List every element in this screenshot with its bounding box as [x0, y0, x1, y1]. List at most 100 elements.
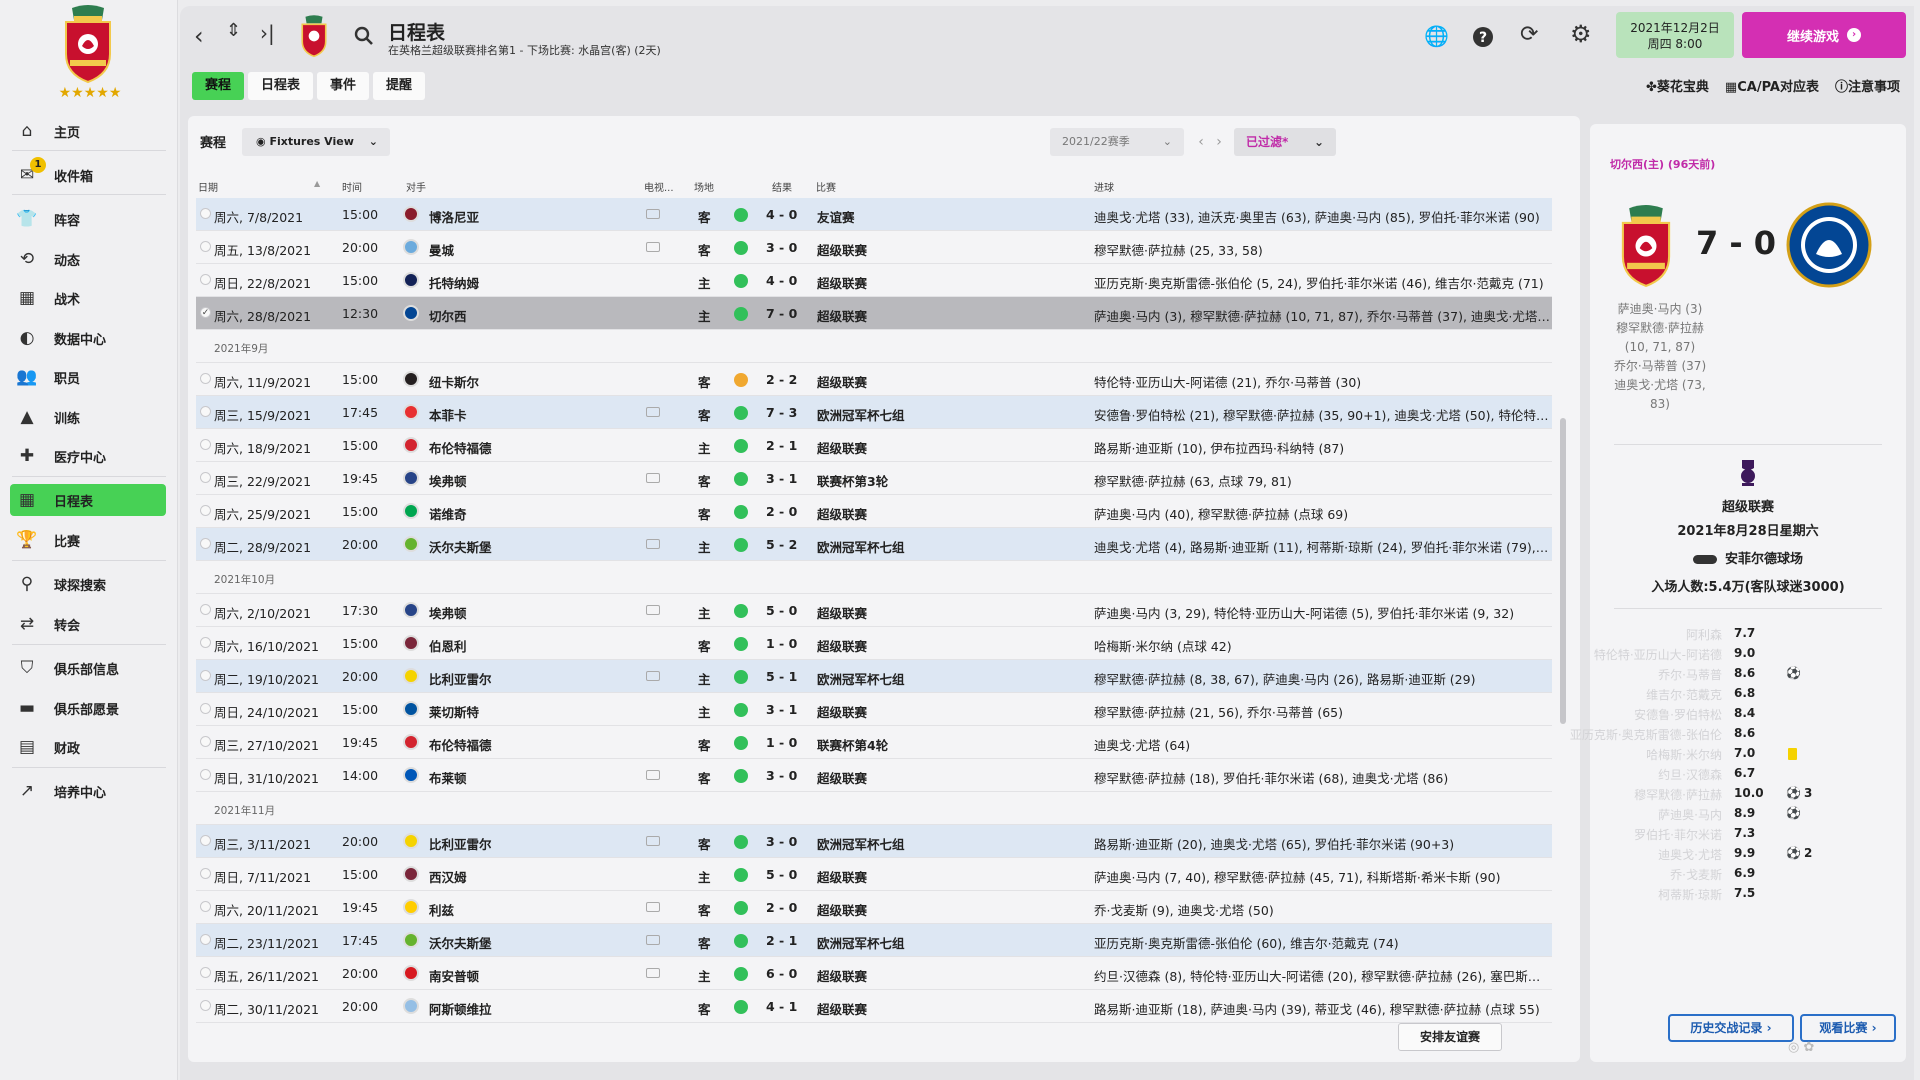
table-row[interactable]: 周六, 20/11/2021 19:45 利兹 客 2 - 0 超级联赛 乔·戈麦斯 (9)…: [196, 891, 1552, 924]
fixture-competition[interactable]: 超级联赛: [817, 438, 867, 457]
row-select-checkbox[interactable]: [200, 670, 211, 681]
sidebar-item-development[interactable]: ↗ 培养中心: [10, 775, 166, 807]
table-row[interactable]: 周二, 19/10/2021 20:00 比利亚雷尔 主 5 - 1 欧洲冠军杯七组 穆罕默…: [196, 660, 1552, 693]
fixture-competition[interactable]: 超级联赛: [817, 603, 867, 622]
notes-link[interactable]: ⓘ注意事项: [1835, 76, 1900, 95]
row-select-checkbox[interactable]: [200, 703, 211, 714]
table-row[interactable]: 周日, 7/11/2021 15:00 西汉姆 主 5 - 0 超级联赛 萨迪奥·马内 (7…: [196, 858, 1552, 891]
fixture-opponent[interactable]: 布伦特福德: [429, 438, 492, 457]
fixture-opponent[interactable]: 比利亚雷尔: [429, 834, 492, 853]
row-select-checkbox[interactable]: [200, 967, 211, 978]
table-row[interactable]: 周六, 2/10/2021 17:30 埃弗顿 主 5 - 0 超级联赛 萨迪奥·马内 (3…: [196, 594, 1552, 627]
sidebar-item-club-info[interactable]: ⛉ 俱乐部信息: [10, 652, 166, 684]
table-row[interactable]: ✓ 周六, 28/8/2021 12:30 切尔西 主 7 - 0 超级联赛 萨迪奥·马内 (…: [196, 297, 1552, 330]
fixture-score[interactable]: 2 - 2: [766, 372, 797, 387]
sidebar-item-training[interactable]: ▲ 训练: [10, 401, 166, 433]
column-header-date[interactable]: 日期: [198, 179, 218, 194]
table-row[interactable]: 周五, 26/11/2021 20:00 南安普顿 主 6 - 0 超级联赛 约旦·汉德森 …: [196, 957, 1552, 990]
fixture-competition[interactable]: 超级联赛: [817, 306, 867, 325]
fixture-opponent[interactable]: 南安普顿: [429, 966, 479, 985]
back-arrow-icon[interactable]: ‹: [194, 24, 204, 48]
table-row[interactable]: 周三, 22/9/2021 19:45 埃弗顿 客 3 - 1 联赛杯第3轮 穆罕默德·萨拉…: [196, 462, 1552, 495]
table-row[interactable]: 周五, 13/8/2021 20:00 曼城 客 3 - 0 超级联赛 穆罕默德·萨拉赫 (…: [196, 231, 1552, 264]
fixture-score[interactable]: 3 - 0: [766, 834, 797, 849]
fixture-score[interactable]: 5 - 0: [766, 867, 797, 882]
liverpool-crest-icon[interactable]: [58, 4, 118, 84]
row-select-checkbox[interactable]: [200, 637, 211, 648]
fixture-opponent[interactable]: 阿斯顿维拉: [429, 999, 492, 1018]
fixture-competition[interactable]: 欧洲冠军杯七组: [817, 405, 905, 424]
fixture-score[interactable]: 2 - 0: [766, 900, 797, 915]
row-select-checkbox[interactable]: [200, 736, 211, 747]
row-select-checkbox[interactable]: [200, 241, 211, 252]
sidebar-item-transfers[interactable]: ⇄ 转会: [10, 608, 166, 640]
table-row[interactable]: 周三, 3/11/2021 20:00 比利亚雷尔 客 3 - 0 欧洲冠军杯七组 路易斯·…: [196, 825, 1552, 858]
fixture-opponent[interactable]: 比利亚雷尔: [429, 669, 492, 688]
player-rating-row[interactable]: 迪奥戈·尤塔 9.9 ⚽ 2: [1590, 844, 1906, 864]
liverpool-crest-icon[interactable]: [1614, 204, 1678, 288]
fixture-opponent[interactable]: 埃弗顿: [429, 471, 467, 490]
fixture-competition[interactable]: 超级联赛: [817, 240, 867, 259]
table-row[interactable]: 周二, 23/11/2021 17:45 沃尔夫斯堡 客 2 - 1 欧洲冠军杯七组 亚历克…: [196, 924, 1552, 957]
column-header-scorers[interactable]: 进球: [1094, 179, 1114, 194]
fixture-score[interactable]: 3 - 1: [766, 702, 797, 717]
player-rating-row[interactable]: 乔·戈麦斯 6.9: [1590, 864, 1906, 884]
row-select-checkbox[interactable]: [200, 538, 211, 549]
search-icon[interactable]: [354, 26, 374, 46]
table-row[interactable]: 周六, 7/8/2021 15:00 博洛尼亚 客 4 - 0 友谊赛 迪奥戈·尤塔 (33…: [196, 198, 1552, 231]
player-rating-row[interactable]: 萨迪奥·马内 8.9 ⚽: [1590, 804, 1906, 824]
fixture-competition[interactable]: 联赛杯第3轮: [817, 471, 888, 490]
row-select-checkbox[interactable]: [200, 439, 211, 450]
fixture-competition[interactable]: 超级联赛: [817, 504, 867, 523]
player-rating-row[interactable]: 穆罕默德·萨拉赫 10.0 ⚽ 3: [1590, 784, 1906, 804]
player-rating-row[interactable]: 罗伯托·菲尔米诺 7.3: [1590, 824, 1906, 844]
sidebar-item-medical[interactable]: ✚ 医疗中心: [10, 440, 166, 472]
fixture-opponent[interactable]: 诺维奇: [429, 504, 467, 523]
next-page-chevron-icon[interactable]: ›: [1206, 128, 1232, 156]
sidebar-item-staff[interactable]: 👥 职员: [10, 361, 166, 393]
row-select-checkbox[interactable]: [200, 835, 211, 846]
fixture-competition[interactable]: 超级联赛: [817, 702, 867, 721]
row-select-checkbox[interactable]: [200, 901, 211, 912]
fixture-opponent[interactable]: 切尔西: [429, 306, 467, 325]
row-select-checkbox[interactable]: [200, 373, 211, 384]
sidebar-item-dynamics[interactable]: ⟲ 动态: [10, 243, 166, 275]
column-header-time[interactable]: 时间: [342, 179, 362, 194]
row-select-checkbox[interactable]: ✓: [200, 307, 211, 318]
fixture-score[interactable]: 7 - 0: [766, 306, 797, 321]
fixture-opponent[interactable]: 博洛尼亚: [429, 207, 479, 226]
season-selector[interactable]: 2021/22赛季 ⌄: [1050, 128, 1184, 156]
table-row[interactable]: 周六, 11/9/2021 15:00 纽卡斯尔 客 2 - 2 超级联赛 特伦特·亚历山大…: [196, 363, 1552, 396]
fixture-opponent[interactable]: 布莱顿: [429, 768, 467, 787]
filter-button[interactable]: 已过滤* ⌄: [1234, 128, 1336, 156]
row-select-checkbox[interactable]: [200, 472, 211, 483]
fixture-competition[interactable]: 欧洲冠军杯七组: [817, 933, 905, 952]
ca-pa-table-link[interactable]: ▦CA/PA对应表: [1725, 76, 1819, 95]
fixture-opponent[interactable]: 沃尔夫斯堡: [429, 933, 492, 952]
chelsea-crest-icon[interactable]: [1786, 202, 1872, 288]
tab-reminders[interactable]: 提醒: [373, 72, 426, 100]
fixture-score[interactable]: 4 - 1: [766, 999, 797, 1014]
table-row[interactable]: 周六, 18/9/2021 15:00 布伦特福德 主 2 - 1 超级联赛 路易斯·迪亚斯…: [196, 429, 1552, 462]
fixture-opponent[interactable]: 莱切斯特: [429, 702, 479, 721]
fixture-opponent[interactable]: 托特纳姆: [429, 273, 479, 292]
sidebar-item-club-vision[interactable]: ▬ 俱乐部愿景: [10, 692, 166, 724]
table-row[interactable]: 周日, 24/10/2021 15:00 莱切斯特 主 3 - 1 超级联赛 穆罕默德·萨拉…: [196, 693, 1552, 726]
row-select-checkbox[interactable]: [200, 505, 211, 516]
globe-icon[interactable]: 🌐: [1424, 26, 1449, 46]
fixture-competition[interactable]: 超级联赛: [817, 636, 867, 655]
table-row[interactable]: 周日, 22/8/2021 15:00 托特纳姆 主 4 - 0 超级联赛 亚历克斯·奥克斯…: [196, 264, 1552, 297]
fixture-competition[interactable]: 超级联赛: [817, 273, 867, 292]
column-header-competition[interactable]: 比赛: [816, 179, 836, 194]
sidebar-item-home[interactable]: ⌂ 主页: [10, 115, 166, 147]
player-rating-row[interactable]: 维吉尔·范戴克 6.8: [1590, 684, 1906, 704]
fixture-competition[interactable]: 超级联赛: [817, 372, 867, 391]
sidebar-item-scouting[interactable]: ⚲ 球探搜索: [10, 568, 166, 600]
fixture-competition[interactable]: 超级联赛: [817, 900, 867, 919]
player-rating-row[interactable]: 特伦特·亚历山大-阿诺德 9.0: [1590, 644, 1906, 664]
sidebar-item-finances[interactable]: ▤ 财政: [10, 731, 166, 763]
fixture-competition[interactable]: 超级联赛: [817, 966, 867, 985]
fixtures-scrollbar[interactable]: [1560, 418, 1566, 724]
fixture-score[interactable]: 5 - 0: [766, 603, 797, 618]
fixture-score[interactable]: 5 - 2: [766, 537, 797, 552]
